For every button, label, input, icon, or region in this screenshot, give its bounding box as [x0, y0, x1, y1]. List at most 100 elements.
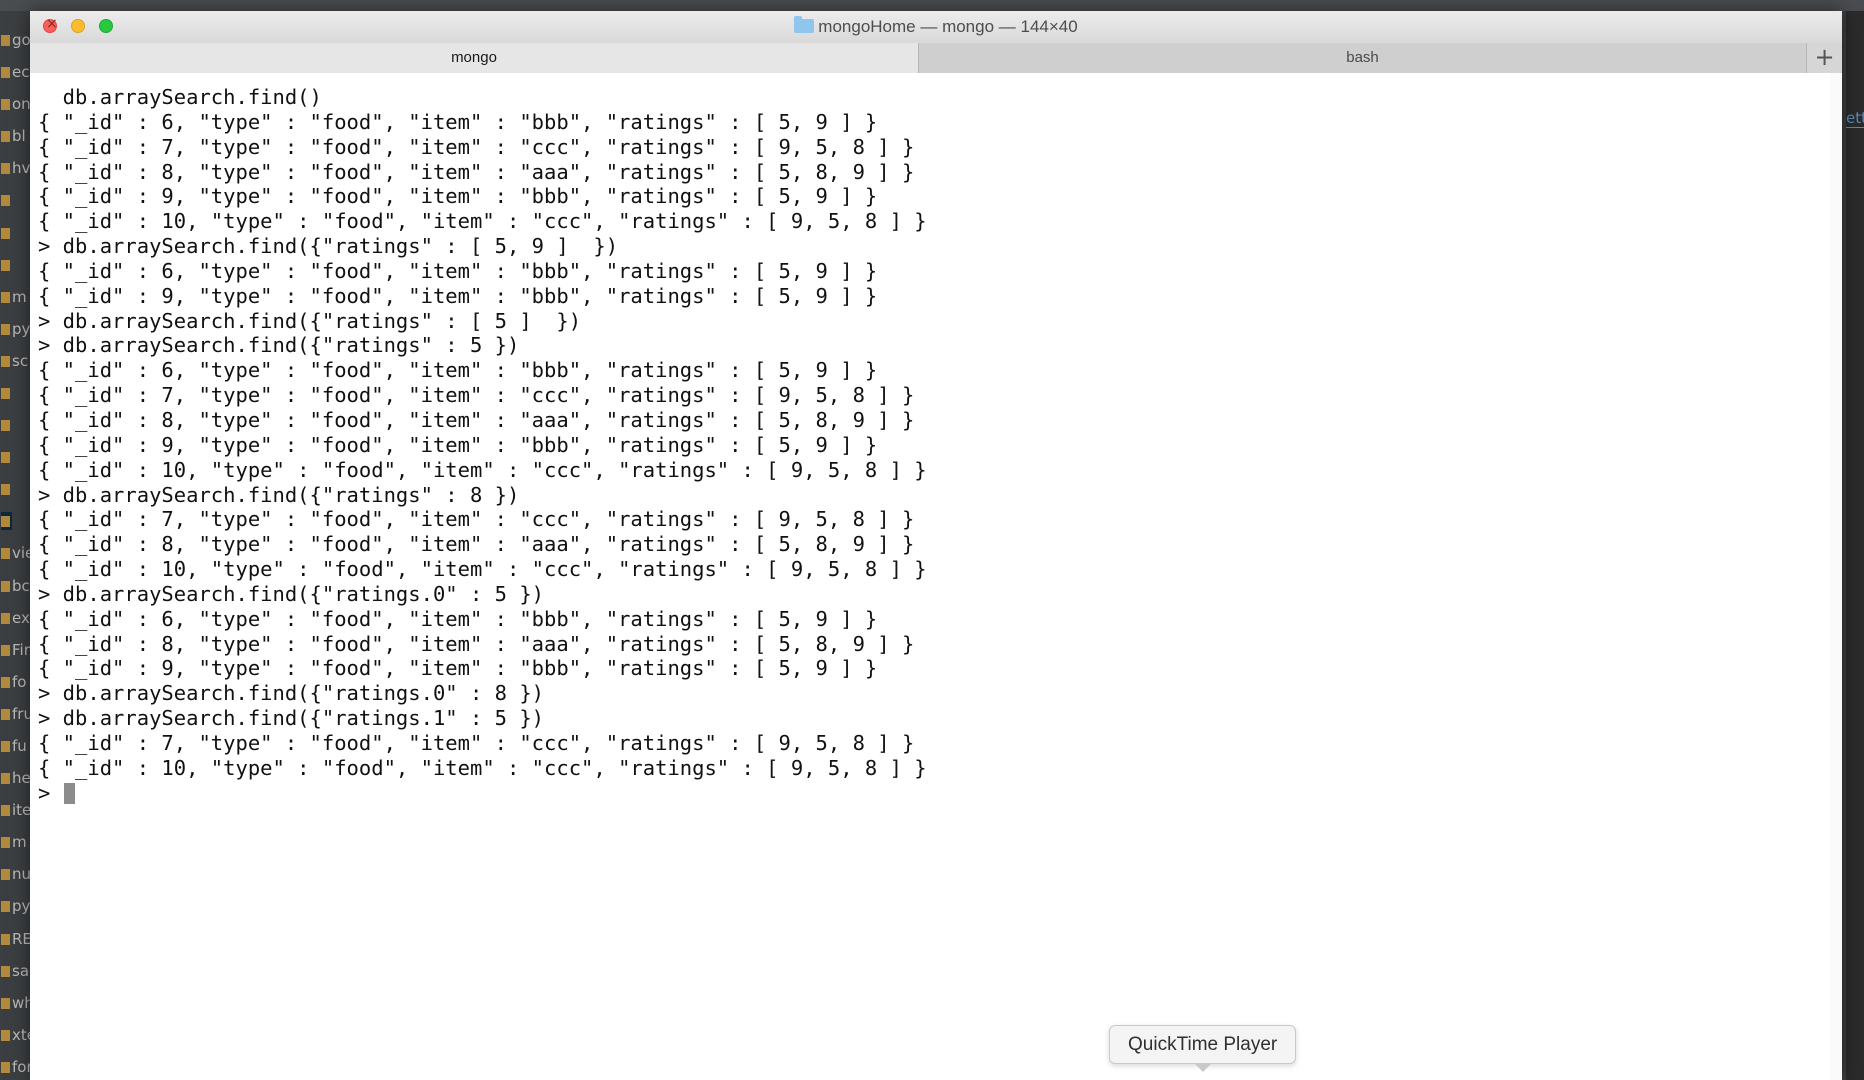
file-icon [1, 805, 10, 817]
terminal-line: { "_id" : 6, "type" : "food", "item" : "… [38, 109, 878, 134]
file-icon [1, 516, 10, 528]
ide-sidebar-item[interactable]: vie [1, 544, 30, 562]
ide-sidebar-item[interactable] [1, 256, 12, 274]
ide-sidebar-item[interactable]: hv [1, 159, 30, 177]
ide-sidebar-item[interactable]: goC [1, 31, 30, 49]
ide-sidebar-item[interactable]: xter [1, 1026, 30, 1044]
ide-sidebar-item[interactable]: ex [1, 609, 30, 627]
ide-sidebar-item[interactable] [1, 191, 12, 209]
ide-sidebar-item-label: ong [12, 95, 30, 114]
terminal-line: { "_id" : 9, "type" : "food", "item" : "… [38, 432, 878, 457]
ide-sidebar-item-label: nu [12, 865, 30, 884]
ide-sidebar-item[interactable] [1, 480, 12, 498]
file-icon [1, 741, 10, 752]
file-icon [1, 227, 10, 239]
ide-sidebar-item[interactable] [1, 224, 12, 242]
new-tab-button[interactable]: + [1807, 43, 1842, 73]
ide-sidebar-item[interactable]: Fir [1, 641, 30, 659]
file-icon [1, 1061, 10, 1073]
terminal-line: { "_id" : 8, "type" : "food", "item" : "… [38, 407, 915, 432]
ide-sidebar-item[interactable] [1, 416, 12, 434]
terminal-line: > db.arraySearch.find({"ratings.0" : 8 }… [38, 681, 545, 706]
ide-sidebar-item[interactable]: fo [1, 673, 26, 691]
ide-sidebar-item-label: m [12, 833, 27, 852]
ide-sidebar-item[interactable]: ect [1, 63, 30, 81]
ide-sidebar-item-label: RE [12, 929, 30, 948]
tab-bash[interactable]: bash [919, 43, 1807, 73]
terminal-line: { "_id" : 7, "type" : "food", "item" : "… [38, 730, 915, 755]
ide-sidebar-item-label: xter [12, 1025, 30, 1044]
ide-sidebar-item[interactable]: m [1, 288, 27, 306]
terminal-line: > db.arraySearch.find({"ratings.0" : 5 }… [38, 581, 545, 606]
file-icon [1, 99, 10, 111]
ide-sidebar-item[interactable]: py [1, 897, 30, 915]
file-icon [1, 548, 10, 560]
terminal-line: { "_id" : 8, "type" : "food", "item" : "… [38, 532, 915, 557]
ide-sidebar-item-label: sc [12, 351, 29, 370]
ide-sidebar-item-label: Fir [12, 640, 30, 659]
terminal-line: { "_id" : 9, "type" : "food", "item" : "… [38, 184, 878, 209]
terminal-prompt-line[interactable]: > [38, 781, 927, 806]
ide-sidebar-item-label: m [12, 287, 27, 306]
ide-sidebar-item[interactable]: ite [1, 801, 30, 819]
ide-sidebar-item[interactable]: he [1, 769, 30, 787]
ide-sidebar-item[interactable]: fu [1, 737, 27, 755]
file-icon [1, 997, 10, 1009]
ide-sidebar-item-label: form [12, 1057, 30, 1076]
ide-sidebar-item[interactable]: bl [1, 127, 26, 145]
ide-sidebar-item-label: sa [12, 961, 30, 980]
title-bar[interactable]: mongoHome — mongo — 144×40 [30, 11, 1842, 43]
terminal-line: { "_id" : 7, "type" : "food", "item" : "… [38, 507, 915, 532]
file-icon [1, 388, 10, 399]
ide-sidebar-item[interactable]: form [1, 1058, 30, 1076]
ide-sidebar-item[interactable]: nu [1, 865, 30, 883]
terminal-line: > db.arraySearch.find({"ratings" : 5 }) [38, 333, 520, 358]
ide-sidebar-item[interactable]: py [1, 320, 30, 338]
ide-sidebar-item[interactable]: RE [1, 930, 30, 948]
ide-sidebar-item[interactable]: m [1, 833, 27, 851]
ide-sidebar-item[interactable] [1, 384, 12, 402]
file-icon [1, 323, 10, 335]
file-icon [1, 676, 10, 688]
terminal-line: > db.arraySearch.find({"ratings" : [ 5 ]… [38, 308, 582, 333]
file-icon [1, 901, 10, 913]
scrollbar[interactable] [1830, 73, 1842, 1080]
terminal-line: { "_id" : 7, "type" : "food", "item" : "… [38, 134, 915, 159]
ide-sidebar-item[interactable]: sc [1, 352, 28, 370]
ide-sidebar-item[interactable]: sa [1, 962, 29, 980]
ide-sidebar-item[interactable] [1, 512, 12, 531]
tab-mongo[interactable]: mongo [30, 43, 919, 73]
file-icon [1, 35, 10, 46]
file-icon [1, 484, 10, 496]
terminal-line: { "_id" : 6, "type" : "food", "item" : "… [38, 258, 878, 283]
ide-sidebar-item[interactable]: ong [1, 95, 30, 113]
ide-sidebar-item[interactable]: bc [1, 577, 30, 595]
terminal-line: { "_id" : 10, "type" : "food", "item" : … [38, 755, 927, 780]
ide-sidebar-item[interactable]: wh [1, 994, 30, 1012]
file-icon [1, 612, 10, 624]
terminal-line: { "_id" : 10, "type" : "food", "item" : … [38, 209, 927, 234]
file-icon [1, 452, 10, 464]
ide-sidebar-item[interactable] [1, 448, 12, 466]
window-title: mongoHome — mongo — 144×40 [818, 17, 1078, 36]
ide-sidebar-item-label: ex [12, 608, 30, 627]
ide-sidebar-item-label: py [12, 319, 30, 338]
ide-right-link-fragment[interactable]: etti [1846, 109, 1864, 128]
terminal-line: > db.arraySearch.find({"ratings" : [ 5, … [38, 234, 619, 259]
file-icon [1, 708, 10, 720]
ide-sidebar-item[interactable]: fru [1, 705, 30, 723]
tab-bar: mongo bash + [30, 43, 1842, 73]
terminal-line: db.arraySearch.find() [38, 85, 322, 109]
ide-sidebar-item-label: bc [12, 576, 30, 595]
terminal-line: { "_id" : 9, "type" : "food", "item" : "… [38, 656, 878, 681]
terminal-content[interactable]: db.arraySearch.find(){ "_id" : 6, "type"… [30, 73, 1842, 1080]
terminal-line: { "_id" : 7, "type" : "food", "item" : "… [38, 383, 915, 408]
terminal-output: db.arraySearch.find(){ "_id" : 6, "type"… [38, 85, 927, 805]
file-icon [1, 1029, 10, 1041]
file-icon [1, 933, 10, 945]
file-icon [1, 163, 10, 175]
quicktime-tooltip: QuickTime Player [1109, 1025, 1297, 1072]
terminal-line: > db.arraySearch.find({"ratings.1" : 5 }… [38, 706, 545, 731]
file-icon [1, 644, 10, 656]
terminal-line: { "_id" : 6, "type" : "food", "item" : "… [38, 606, 878, 631]
